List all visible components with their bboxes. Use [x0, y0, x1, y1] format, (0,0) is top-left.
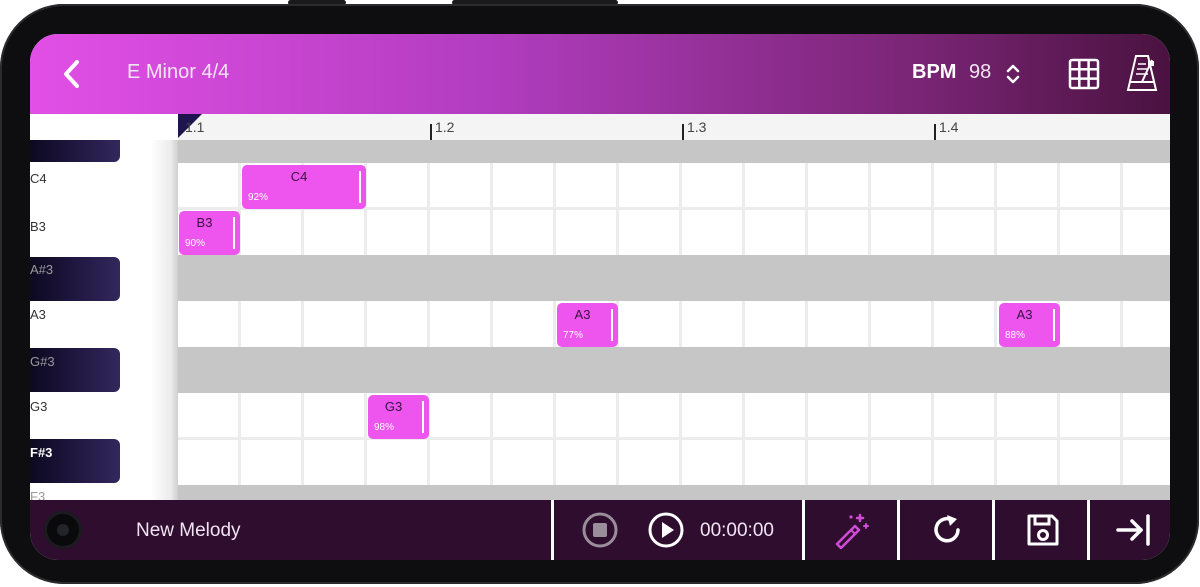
- playback-time: 00:00:00: [700, 520, 774, 541]
- note-velocity: 98%: [374, 422, 395, 433]
- save-icon: [1027, 514, 1059, 546]
- metronome-icon: [1126, 55, 1158, 91]
- note-velocity: 92%: [248, 192, 269, 203]
- key-label-a-sharp-3: A#3: [30, 262, 54, 277]
- key-label-g3: G3: [30, 399, 48, 414]
- timeline-ruler[interactable]: 1.1 1.2 1.3 1.4: [178, 114, 1170, 141]
- key-label-b3: B3: [30, 219, 46, 234]
- app-screen: E Minor 4/4 BPM 98 1.1 1.2 1.3 1.4 C4 B3…: [30, 34, 1170, 560]
- lane-divider: [178, 437, 1170, 440]
- ruler-marker: 1.1: [185, 119, 205, 135]
- bpm-value[interactable]: 98: [969, 61, 991, 84]
- grid-toggle-button[interactable]: [1066, 56, 1102, 92]
- stop-button[interactable]: [582, 512, 618, 548]
- lane-f3[interactable]: [178, 485, 1170, 500]
- up-down-stepper-icon: [1006, 64, 1020, 84]
- export-icon: [1116, 514, 1150, 546]
- magic-wand-icon: [835, 513, 869, 550]
- note-block[interactable]: A3 88%: [999, 303, 1060, 347]
- page-title: E Minor 4/4: [127, 61, 230, 83]
- lane-c-sharp-4[interactable]: [178, 140, 1170, 163]
- note-block[interactable]: A3 77%: [557, 303, 618, 347]
- note-name: A3: [574, 307, 591, 322]
- back-button[interactable]: [58, 56, 88, 92]
- save-button[interactable]: [1024, 511, 1062, 549]
- key-label-f3: F3: [30, 489, 46, 500]
- key-label-c4: C4: [30, 171, 47, 186]
- ruler-marker: 1.4: [939, 119, 959, 135]
- note-resize-handle[interactable]: [611, 309, 613, 341]
- note-name: G3: [384, 399, 403, 414]
- note-resize-handle[interactable]: [233, 217, 235, 249]
- ruler-tick: [430, 124, 432, 140]
- note-resize-handle[interactable]: [1053, 309, 1055, 341]
- toolbar-divider: [802, 500, 805, 560]
- note-name: C4: [290, 169, 308, 184]
- note-velocity: 77%: [563, 330, 584, 341]
- loop-icon: [934, 515, 960, 543]
- ruler-tick: [934, 124, 936, 140]
- play-icon: [648, 512, 684, 548]
- note-resize-handle[interactable]: [422, 401, 424, 433]
- note-name: B3: [196, 215, 213, 230]
- note-resize-handle[interactable]: [359, 171, 361, 203]
- key-label-f-sharp-3: F#3: [30, 445, 53, 460]
- phone-frame: E Minor 4/4 BPM 98 1.1 1.2 1.3 1.4 C4 B3…: [0, 0, 1200, 587]
- piano-keyboard: C4 B3 A#3 A3 G#3 G3 F#3 F3: [30, 140, 178, 500]
- melody-name[interactable]: New Melody: [136, 520, 241, 542]
- ruler-marker: 1.3: [687, 119, 707, 135]
- lane-f-sharp-3[interactable]: [178, 439, 1170, 485]
- bottom-toolbar: New Melody 00:00:00: [30, 500, 1170, 560]
- front-camera: [44, 511, 82, 549]
- lane-a-sharp-3[interactable]: [178, 255, 1170, 301]
- note-velocity: 90%: [185, 238, 206, 249]
- note-name: A3: [1016, 307, 1033, 322]
- play-button[interactable]: [648, 512, 684, 548]
- key-label-g-sharp-3: G#3: [30, 354, 55, 369]
- note-block[interactable]: B3 90%: [179, 211, 240, 255]
- toolbar-divider: [551, 500, 554, 560]
- stop-icon: [582, 512, 618, 548]
- piano-key-c4[interactable]: [30, 163, 172, 210]
- ruler-tick: [682, 124, 684, 140]
- note-velocity: 88%: [1005, 330, 1026, 341]
- export-button[interactable]: [1115, 511, 1153, 549]
- loop-button[interactable]: [928, 511, 966, 549]
- bpm-label: BPM: [912, 61, 957, 83]
- grid-icon: [1068, 58, 1100, 90]
- toolbar-divider: [897, 500, 900, 560]
- metronome-button[interactable]: [1122, 52, 1162, 94]
- lane-g-sharp-3[interactable]: [178, 347, 1170, 393]
- piano-roll-grid[interactable]: C4 92% B3 90% A3 77% A3 88% G3 98%: [178, 140, 1170, 500]
- magic-wand-button[interactable]: [832, 511, 870, 550]
- toolbar-divider: [1087, 500, 1090, 560]
- note-block[interactable]: G3 98%: [368, 395, 429, 439]
- lane-b3[interactable]: [178, 209, 1170, 255]
- ruler-marker: 1.2: [435, 119, 455, 135]
- piano-key-c-sharp-4[interactable]: [30, 140, 120, 162]
- top-bar: E Minor 4/4 BPM 98: [30, 34, 1170, 114]
- lane-g3[interactable]: [178, 393, 1170, 439]
- bpm-stepper[interactable]: [1005, 62, 1021, 86]
- toolbar-divider: [992, 500, 995, 560]
- key-label-a3: A3: [30, 307, 46, 322]
- back-arrow-icon: [64, 60, 79, 88]
- note-block[interactable]: C4 92%: [242, 165, 366, 209]
